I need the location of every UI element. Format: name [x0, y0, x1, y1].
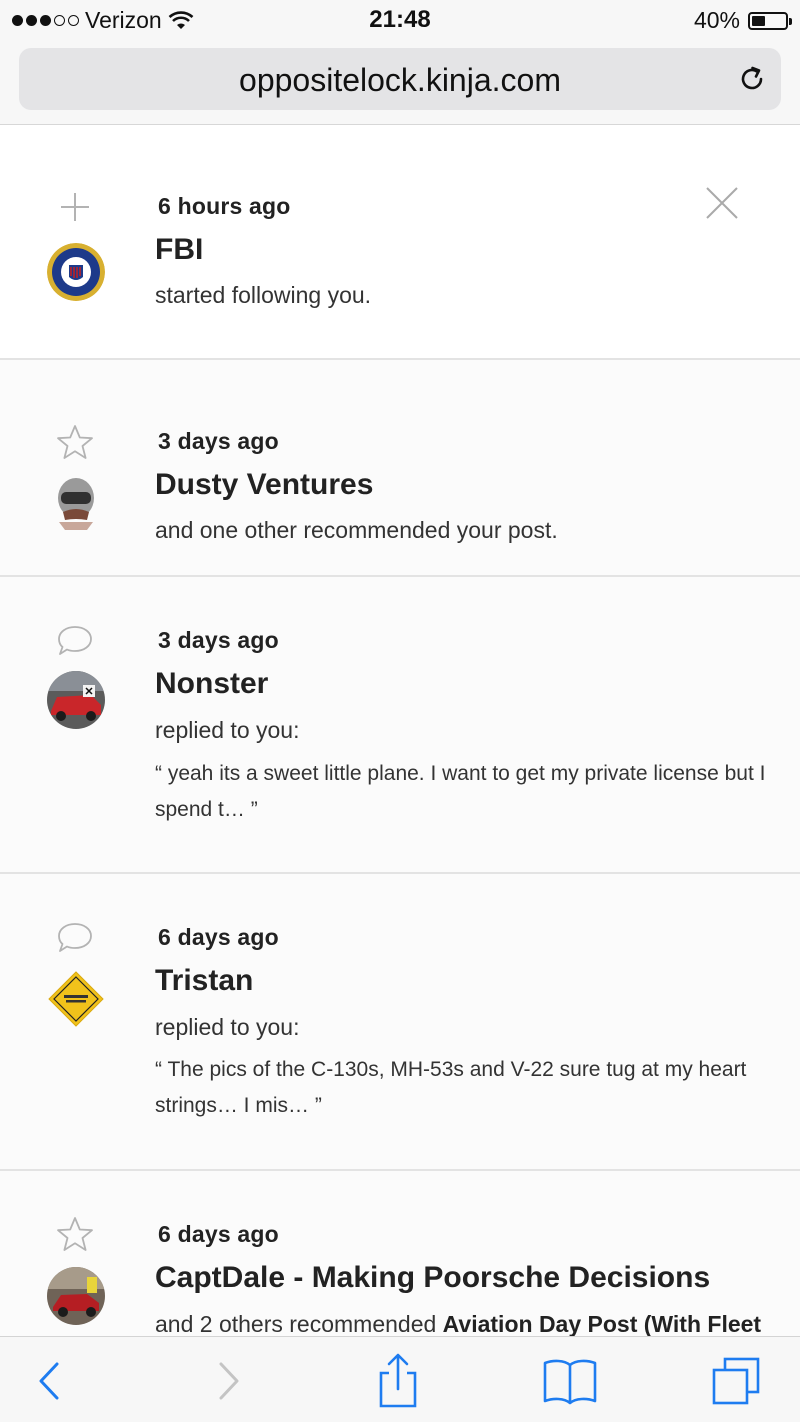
red-porsche-image [47, 1267, 105, 1325]
plus-icon [61, 193, 89, 221]
notification-item[interactable]: 3 days ago Nonster replied to you: “ yea… [0, 577, 800, 874]
battery-status: 40% [693, 7, 792, 34]
notifications-feed: 6 hours ago FBI started following you. 3… [0, 125, 800, 1337]
notification-action: replied to you: [155, 717, 300, 743]
notification-action-text: and 2 others recommended [155, 1311, 443, 1337]
url-text[interactable]: oppositelock.kinja.com [19, 62, 781, 99]
notification-time: 6 hours ago [158, 193, 291, 219]
browser-header: oppositelock.kinja.com [0, 40, 800, 125]
fbi-seal-image [47, 243, 105, 301]
address-bar[interactable]: oppositelock.kinja.com [19, 48, 781, 110]
forward-chevron-icon[interactable] [202, 1355, 254, 1407]
notification-time: 3 days ago [158, 428, 279, 454]
reply-quote[interactable]: “ yeah its a sweet little plane. I want … [155, 756, 780, 828]
avatar[interactable] [47, 970, 105, 1028]
reload-icon[interactable] [737, 64, 767, 94]
notification-time: 6 days ago [158, 924, 279, 950]
back-chevron-icon[interactable] [24, 1355, 76, 1407]
post-title-link[interactable]: Aviation Day Post (With Fleet [443, 1311, 761, 1337]
avatar[interactable] [47, 243, 105, 301]
notification-item[interactable]: 3 days ago Dusty Ventures and one other … [0, 360, 800, 577]
notification-user-name[interactable]: FBI [155, 233, 203, 267]
comment-icon [58, 626, 92, 655]
helmet-image [47, 474, 105, 532]
notification-user-name[interactable]: CaptDale - Making Poorsche Decisions [155, 1261, 710, 1295]
star-icon [57, 1217, 93, 1251]
notification-time: 3 days ago [158, 627, 279, 653]
notification-action: started following you. [155, 282, 372, 308]
clock: 21:48 [369, 6, 431, 33]
browser-toolbar [0, 1336, 800, 1422]
reply-quote[interactable]: “ The pics of the C-130s, MH-53s and V-2… [155, 1052, 780, 1124]
battery-icon [748, 11, 792, 30]
notification-action: replied to you: [155, 1014, 300, 1040]
notification-user-name[interactable]: Dusty Ventures [155, 468, 373, 502]
avatar[interactable] [47, 671, 105, 729]
status-bar: Verizon 21:48 40% [0, 0, 800, 40]
parking-brake-sign-image [47, 970, 105, 1028]
notification-action: and one other recommended your post. [155, 517, 558, 543]
red-car-image [47, 671, 105, 729]
notification-item[interactable]: 6 days ago Tristan replied to you: “ The… [0, 874, 800, 1171]
share-icon[interactable] [372, 1351, 424, 1411]
close-icon[interactable] [704, 185, 740, 221]
bookmarks-icon[interactable] [540, 1355, 600, 1407]
comment-icon [58, 923, 92, 952]
notification-item[interactable]: 6 days ago CaptDale - Making Poorsche De… [0, 1171, 800, 1337]
notification-item[interactable]: 6 hours ago FBI started following you. [0, 125, 800, 360]
battery-percentage: 40% [693, 7, 740, 33]
notification-user-name[interactable]: Nonster [155, 667, 268, 701]
avatar[interactable] [47, 474, 105, 532]
star-icon [57, 425, 93, 459]
avatar[interactable] [47, 1267, 105, 1325]
battery-level [752, 15, 765, 26]
notification-time: 6 days ago [158, 1221, 279, 1247]
notification-user-name[interactable]: Tristan [155, 964, 253, 998]
tabs-icon[interactable] [710, 1355, 762, 1407]
notification-action: and 2 others recommended Aviation Day Po… [155, 1311, 761, 1337]
